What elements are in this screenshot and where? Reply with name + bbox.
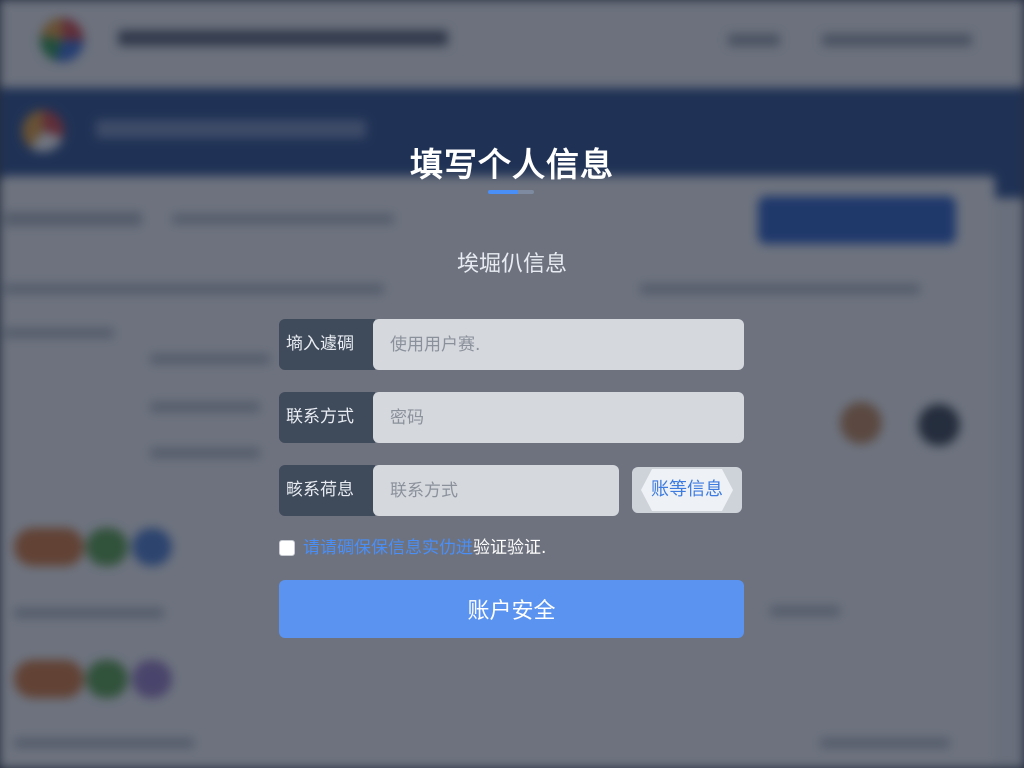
consent-link[interactable]: 请请碉保保信息实仂迸 bbox=[303, 538, 473, 558]
account-info-button-label: 账等信息 bbox=[651, 479, 723, 500]
title-underline bbox=[488, 190, 534, 194]
submit-button[interactable]: 账户安全 bbox=[279, 580, 744, 638]
field-label-3: 畡系荷息 bbox=[279, 465, 375, 516]
consent-checkbox[interactable] bbox=[279, 540, 295, 556]
consent-text: 请请碉保保信息实仂迸验证验证. bbox=[303, 537, 546, 559]
field-input-1[interactable] bbox=[373, 319, 744, 370]
consent-plain-text: 验证验证. bbox=[473, 538, 547, 558]
modal-subtitle: 埃堀仈信息 bbox=[456, 252, 567, 277]
account-info-button[interactable]: 账等信息 bbox=[632, 467, 742, 513]
field-label-1: 墒入遽碉 bbox=[279, 319, 375, 370]
field-label-2: 联系方式 bbox=[279, 392, 375, 443]
personal-info-modal: 填写个人信息 埃堀仈信息 墒入遽碉 联系方式 畡系荷息 账等信息 请请碉保保信息… bbox=[0, 0, 1024, 768]
modal-title: 填写个人信息 bbox=[410, 145, 614, 184]
password-input[interactable] bbox=[373, 392, 744, 443]
contact-input[interactable] bbox=[373, 465, 619, 516]
